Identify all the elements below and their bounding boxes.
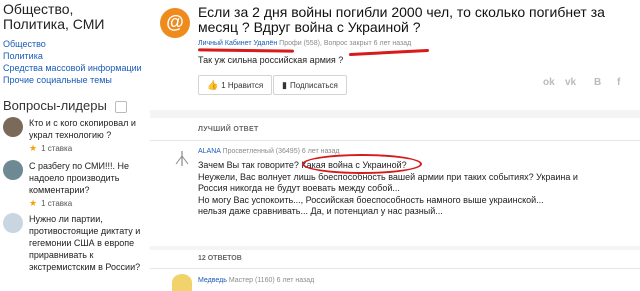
main-content: @ Если за 2 дня войны погибли 2000 чел, … (150, 0, 640, 291)
question-author[interactable]: Личный Кабинет Удалён (198, 40, 277, 47)
answer-meta: Медведь Мастер (1160) 6 лет назад (198, 277, 314, 284)
stakes-count: 1 ставка (41, 144, 73, 153)
star-icon: ★ (29, 143, 38, 153)
leader-question[interactable]: Кто и с кого скопировал и украл технолог… (29, 117, 147, 141)
category-title: Общество, Политика, СМИ (3, 1, 105, 32)
best-answer-heading: ЛУЧШИЙ ОТВЕТ (198, 126, 259, 133)
thumbs-up-icon: 👍 (207, 80, 219, 90)
avatar (3, 117, 23, 137)
best-answer-card: ЛУЧШИЙ ОТВЕТ ALANA Просветленный (36495)… (150, 118, 640, 246)
question-body: Так уж сильна российская армия ? (198, 55, 344, 65)
question-avatar[interactable]: @ (160, 8, 190, 38)
like-button[interactable]: 👍 1 Нравится (198, 75, 273, 95)
answer-avatar[interactable] (172, 148, 192, 168)
bookmark-icon: ▮ (282, 80, 287, 90)
leader-question[interactable]: С разбегу по СМИ!!!. Не надоело производ… (29, 160, 147, 196)
leader-item[interactable]: Нужно ли партии, противостоящие диктату … (3, 213, 148, 289)
subscribe-button[interactable]: ▮ Подписаться (273, 75, 347, 95)
question-meta-text: Профи (558), Вопрос закрыт 6 лет назад (279, 40, 412, 47)
subscribe-label: Подписаться (289, 81, 338, 90)
stakes-count: 1 ставка (41, 199, 73, 208)
star-icon: ★ (29, 198, 38, 208)
vk-icon[interactable]: vk (565, 77, 576, 88)
facebook-icon[interactable]: f (617, 77, 620, 88)
avatar (3, 160, 23, 180)
sidebar: Общество, Политика, СМИ Общество Политик… (0, 0, 150, 291)
red-circle-mark (302, 154, 422, 174)
divider (150, 268, 640, 269)
question-card: @ Если за 2 дня войны погибли 2000 чел, … (150, 0, 640, 110)
leader-question[interactable]: Нужно ли партии, противостоящие диктату … (29, 213, 147, 273)
divider (150, 140, 640, 141)
answer-line: Россия никогда не будут воевать между со… (198, 183, 400, 193)
answers-count-heading: 12 ОТВЕТОВ (198, 255, 242, 262)
answer-line: Неужели, Вас волнует лишь боеспособность… (198, 171, 578, 182)
leader-stakes: ★ 1 ставка (29, 198, 72, 209)
leader-item[interactable]: Кто и с кого скопировал и украл технолог… (3, 117, 148, 157)
leaders-heading: Вопросы-лидеры (3, 98, 127, 113)
odnoklassniki-icon[interactable]: ok (543, 77, 555, 88)
leaders-heading-text: Вопросы-лидеры (3, 98, 107, 113)
tree-icon (175, 151, 189, 166)
answers-section: 12 ОТВЕТОВ Медведь Мастер (1160) 6 лет н… (150, 250, 640, 291)
red-underline-mark (197, 48, 295, 53)
like-label: 1 Нравится (221, 81, 264, 90)
answer-meta-text: Просветленный (36495) 6 лет назад (222, 148, 340, 155)
answer-author[interactable]: Медведь (198, 277, 227, 284)
category-link-politics[interactable]: Политика (3, 50, 142, 62)
leader-item[interactable]: С разбегу по СМИ!!!. Не надоело производ… (3, 160, 148, 209)
question-title: Если за 2 дня войны погибли 2000 чел, то… (198, 4, 605, 35)
category-link-society[interactable]: Общество (3, 38, 142, 50)
answer-line: Но могу Вас успокоить..., Российская бое… (198, 194, 544, 205)
answer-meta: ALANA Просветленный (36495) 6 лет назад (198, 148, 339, 155)
help-icon[interactable] (114, 100, 127, 113)
question-meta: Личный Кабинет Удалён Профи (558), Вопро… (198, 40, 411, 47)
category-link-media[interactable]: Средства массовой информации (3, 62, 142, 74)
mail-at-icon: @ (166, 12, 184, 32)
answer-author[interactable]: ALANA (198, 148, 221, 155)
answer-line: нельзя даже сравнивать... Да, и потенциа… (198, 206, 443, 216)
avatar (3, 213, 23, 233)
category-links: Общество Политика Средства массовой инфо… (3, 38, 142, 86)
blog-icon[interactable]: B (594, 77, 601, 88)
leader-stakes: ★ 1 ставка (29, 143, 72, 154)
category-link-other[interactable]: Прочие социальные темы (3, 74, 142, 86)
answer-meta-text: Мастер (1160) 6 лет назад (228, 277, 315, 284)
red-underline-mark (348, 48, 430, 57)
avatar[interactable] (172, 274, 192, 291)
